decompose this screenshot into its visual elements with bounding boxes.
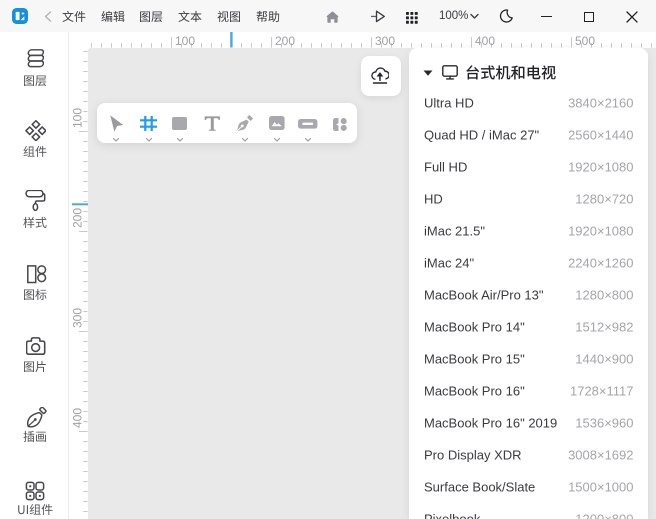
svg-text:100: 100 [71,108,85,128]
svg-text:200: 200 [275,34,295,48]
svg-text:100: 100 [175,34,195,48]
svg-text:400: 400 [71,408,85,428]
svg-text:400: 400 [475,34,495,48]
svg-text:300: 300 [375,34,395,48]
svg-text:200: 200 [71,208,85,228]
svg-text:500: 500 [575,34,595,48]
svg-text:300: 300 [71,308,85,328]
